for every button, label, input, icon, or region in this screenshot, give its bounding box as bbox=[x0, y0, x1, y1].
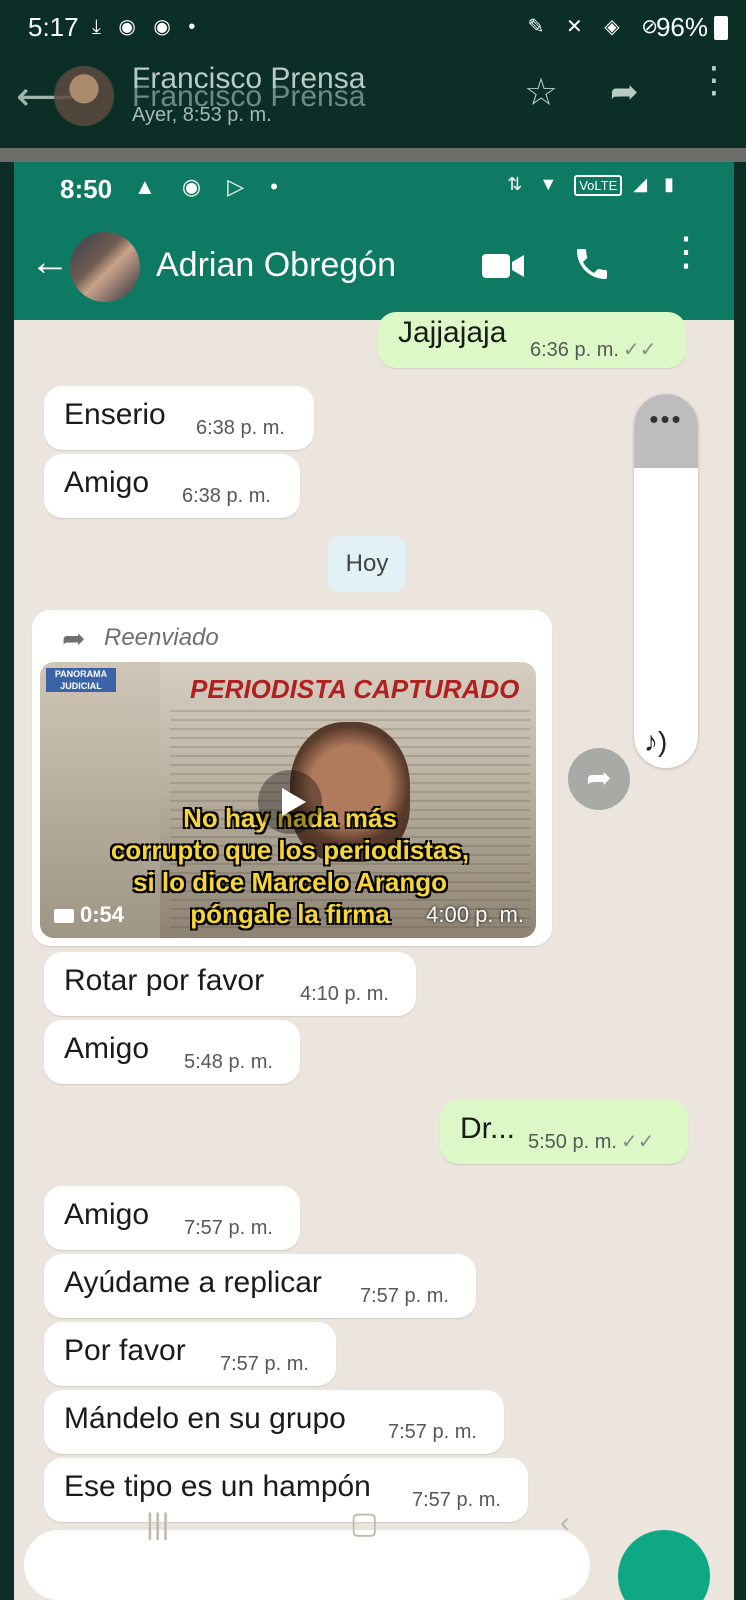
inner-status-bar: 8:50 ▲ ◉ ▷ • ⇅ ▼ VoLTE ◢ ▮ bbox=[14, 162, 734, 216]
battery-percent: 96% bbox=[655, 12, 708, 42]
phone-icon[interactable] bbox=[572, 244, 612, 284]
contact-name[interactable]: Adrian Obregón bbox=[156, 246, 396, 285]
message-text: Mándelo en su grupo bbox=[64, 1402, 346, 1435]
share-icon[interactable]: ➦ bbox=[610, 72, 639, 112]
read-ticks-icon: ✓✓ bbox=[620, 1131, 655, 1153]
viewer-subtitle: Ayer, 8:53 p. m. bbox=[132, 104, 272, 126]
message-text: Dr... bbox=[460, 1112, 516, 1145]
message-time: 7:57 p. m. bbox=[412, 1489, 501, 1511]
video-duration: 0:54 bbox=[54, 902, 124, 928]
message-bubble[interactable]: Amigo 7:57 p. m. bbox=[44, 1186, 300, 1250]
video-thumbnail[interactable]: PANORAMA JUDICIAL PERIODISTA CAPTURADO N… bbox=[40, 662, 536, 938]
message-text: Rotar por favor bbox=[64, 964, 265, 997]
system-icons: ✎ ✕ ◈ ⊘ bbox=[527, 16, 666, 38]
message-time: 5:48 p. m. bbox=[184, 1051, 273, 1073]
inner-signal-icons: ⇅ ▼ VoLTE ◢ ▮ bbox=[507, 174, 680, 196]
viewer-header: ⟵ Francisco Prensa Francisco Prensa Ayer… bbox=[0, 56, 746, 148]
outer-status-bar: 5:17 ⤓ ◉ ◉ • ✎ ✕ ◈ ⊘ 96% bbox=[0, 0, 746, 56]
status-time: 5:17 bbox=[28, 12, 79, 42]
message-bubble[interactable]: Jajjajaja 6:36 p. m. ✓✓ bbox=[378, 312, 686, 368]
message-bubble[interactable]: Ayúdame a replicar 7:57 p. m. bbox=[44, 1254, 476, 1318]
message-time: 5:50 p. m. ✓✓ bbox=[528, 1131, 655, 1153]
battery-icon bbox=[714, 16, 728, 40]
message-bubble[interactable]: Mándelo en su grupo 7:57 p. m. bbox=[44, 1390, 504, 1454]
message-bubble[interactable]: Dr... 5:50 p. m. ✓✓ bbox=[440, 1100, 688, 1164]
recent-apps-icon[interactable]: ||| bbox=[146, 1508, 169, 1542]
more-icon[interactable]: ⋮ bbox=[666, 232, 706, 272]
forwarded-label: ➦ Reenviado bbox=[62, 623, 219, 654]
play-icon[interactable] bbox=[258, 770, 322, 834]
message-time: 7:57 p. m. bbox=[184, 1217, 273, 1239]
message-bubble[interactable]: Por favor 7:57 p. m. bbox=[44, 1322, 336, 1386]
message-text: Amigo bbox=[64, 1198, 150, 1231]
chat-area[interactable]: Jajjajaja 6:36 p. m. ✓✓ Enserio 6:38 p. m… bbox=[14, 312, 734, 1600]
back-nav-icon[interactable]: ‹ bbox=[560, 1506, 570, 1540]
chat-header: ← Adrian Obregón ⋮ bbox=[14, 216, 734, 320]
message-time: 7:57 p. m. bbox=[388, 1421, 477, 1443]
divider bbox=[0, 148, 746, 162]
side-panel[interactable]: ••• ♪) bbox=[634, 394, 698, 768]
message-time: 6:38 p. m. bbox=[196, 417, 285, 439]
avatar[interactable] bbox=[54, 66, 114, 126]
inner-notification-icons: ▲ ◉ ▷ • bbox=[134, 174, 288, 199]
newspaper-headline: PERIODISTA CAPTURADO bbox=[190, 674, 520, 704]
video-call-icon[interactable] bbox=[482, 252, 524, 280]
forward-icon: ➦ bbox=[62, 623, 86, 654]
video-camera-icon bbox=[54, 909, 74, 924]
message-bubble[interactable]: Amigo 5:48 p. m. bbox=[44, 1020, 300, 1084]
screenshot-image: 8:50 ▲ ◉ ▷ • ⇅ ▼ VoLTE ◢ ▮ ← Adrian Obre… bbox=[14, 162, 734, 1600]
forwarded-video-message[interactable]: ➦ Reenviado PANORAMA JUDICIAL PERIODISTA … bbox=[32, 610, 552, 946]
message-time: 4:00 p. m. bbox=[426, 902, 524, 927]
message-text: Amigo bbox=[64, 466, 150, 499]
message-input[interactable] bbox=[24, 1530, 590, 1600]
message-text: Amigo bbox=[64, 1032, 150, 1065]
more-icon[interactable]: ⋮ bbox=[696, 62, 732, 98]
message-text: Ese tipo es un hampón bbox=[64, 1470, 371, 1503]
audio-icon[interactable]: ♪) bbox=[644, 726, 667, 758]
message-text: Jajjajaja bbox=[398, 316, 507, 349]
message-text: Enserio bbox=[64, 398, 166, 431]
newspaper-tag: PANORAMA JUDICIAL bbox=[46, 668, 116, 692]
message-bubble[interactable]: Ese tipo es un hampón 7:57 p. m. bbox=[44, 1458, 528, 1522]
forward-button[interactable]: ➦ bbox=[568, 748, 630, 810]
star-icon[interactable]: ☆ bbox=[524, 70, 558, 115]
message-time: 6:36 p. m. ✓✓ bbox=[530, 339, 657, 361]
message-time: 6:38 p. m. bbox=[182, 485, 271, 507]
message-bubble[interactable]: Amigo 6:38 p. m. bbox=[44, 454, 300, 518]
message-bubble[interactable]: Rotar por favor 4:10 p. m. bbox=[44, 952, 416, 1016]
date-chip: Hoy bbox=[328, 536, 406, 592]
more-dots-icon[interactable]: ••• bbox=[634, 394, 698, 468]
message-time: 7:57 p. m. bbox=[220, 1353, 309, 1375]
home-icon[interactable]: ▢ bbox=[350, 1506, 378, 1541]
volte-badge: VoLTE bbox=[574, 175, 623, 196]
message-time: 4:10 p. m. bbox=[300, 983, 389, 1005]
viewer-contact-name: Francisco Prensa bbox=[132, 62, 366, 95]
back-icon[interactable]: ← bbox=[30, 240, 70, 285]
inner-status-time: 8:50 bbox=[60, 174, 113, 204]
message-text: Por favor bbox=[64, 1334, 186, 1367]
contact-avatar[interactable] bbox=[70, 232, 140, 302]
message-time: 7:57 p. m. bbox=[360, 1285, 449, 1307]
read-ticks-icon: ✓✓ bbox=[622, 339, 657, 361]
notification-icons: ⤓ ◉ ◉ • bbox=[92, 16, 202, 38]
message-text: Ayúdame a replicar bbox=[64, 1266, 322, 1299]
message-bubble[interactable]: Enserio 6:38 p. m. bbox=[44, 386, 314, 450]
